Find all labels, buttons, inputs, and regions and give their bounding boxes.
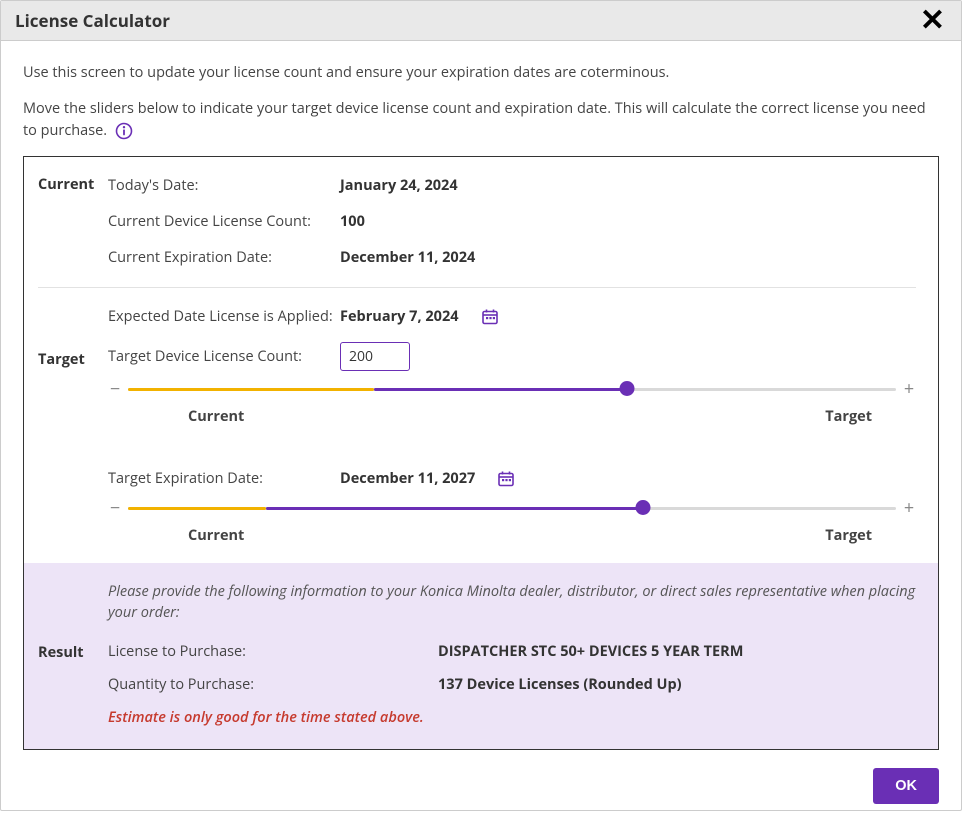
applied-date-label: Expected Date License is Applied: — [108, 307, 340, 326]
target-count-input[interactable] — [340, 342, 410, 371]
target-count-label: Target Device License Count: — [108, 347, 340, 366]
quantity-to-purchase-label: Quantity to Purchase: — [108, 675, 438, 694]
slider-track[interactable] — [128, 501, 896, 515]
slider-target-label: Target — [825, 526, 872, 545]
quantity-to-purchase-value: 137 Device Licenses (Rounded Up) — [438, 675, 682, 694]
section-result: Result Please provide the following info… — [24, 563, 938, 750]
section-target-content: Expected Date License is Applied: Februa… — [108, 306, 916, 545]
current-count-label: Current Device License Count: — [108, 212, 340, 231]
section-current-content: Today's Date: January 24, 2024 Current D… — [108, 175, 916, 269]
slider-track[interactable] — [128, 382, 896, 396]
dialog-title: License Calculator — [15, 9, 170, 32]
section-label-result: Result — [38, 581, 108, 728]
result-note: Please provide the following information… — [108, 581, 916, 625]
slider-thumb[interactable] — [635, 500, 650, 515]
slider-minus-icon[interactable]: − — [108, 377, 122, 401]
license-calculator-dialog: License Calculator ✕ Use this screen to … — [0, 0, 962, 811]
license-to-purchase-label: License to Purchase: — [108, 642, 438, 661]
license-to-purchase-value: DISPATCHER STC 50+ DEVICES 5 YEAR TERM — [438, 642, 743, 661]
calendar-icon[interactable] — [481, 308, 499, 326]
target-expiry-label: Target Expiration Date: — [108, 469, 340, 488]
current-count-value: 100 — [340, 212, 365, 231]
info-icon[interactable] — [115, 122, 133, 140]
section-current: Current Today's Date: January 24, 2024 C… — [38, 157, 916, 288]
dialog-titlebar: License Calculator ✕ — [1, 1, 961, 41]
close-icon: ✕ — [920, 4, 945, 37]
calculator-panel: Current Today's Date: January 24, 2024 C… — [23, 156, 939, 751]
slider-thumb[interactable] — [620, 381, 635, 396]
target-expiry-value: December 11, 2027 — [340, 469, 475, 488]
dialog-footer: OK — [23, 750, 939, 804]
result-disclaimer: Estimate is only good for the time state… — [108, 708, 916, 727]
ok-button[interactable]: OK — [873, 768, 939, 804]
slider-target-label: Target — [825, 407, 872, 426]
current-expiry-label: Current Expiration Date: — [108, 248, 340, 267]
dialog-body: Use this screen to update your license c… — [1, 41, 961, 818]
section-result-content: Please provide the following information… — [108, 581, 916, 728]
target-count-slider[interactable]: − + Current Target — [108, 377, 916, 426]
applied-date-value: February 7, 2024 — [340, 307, 459, 326]
slider-minus-icon[interactable]: − — [108, 496, 122, 520]
section-target: Target Expected Date License is Applied:… — [24, 288, 938, 563]
close-button[interactable]: ✕ — [918, 10, 947, 32]
slider-current-label: Current — [188, 526, 244, 545]
today-date-value: January 24, 2024 — [340, 176, 458, 195]
today-date-label: Today's Date: — [108, 176, 340, 195]
intro-text-1: Use this screen to update your license c… — [23, 63, 939, 82]
slider-plus-icon[interactable]: + — [902, 496, 916, 520]
current-expiry-value: December 11, 2024 — [340, 248, 475, 267]
slider-current-label: Current — [188, 407, 244, 426]
target-expiry-slider[interactable]: − + Current Target — [108, 496, 916, 545]
section-label-current: Current — [38, 175, 108, 269]
intro-text-2-content: Move the sliders below to indicate your … — [23, 99, 926, 140]
section-label-target: Target — [38, 306, 108, 545]
slider-plus-icon[interactable]: + — [902, 377, 916, 401]
intro-text-2: Move the sliders below to indicate your … — [23, 98, 939, 142]
calendar-icon[interactable] — [497, 470, 515, 488]
